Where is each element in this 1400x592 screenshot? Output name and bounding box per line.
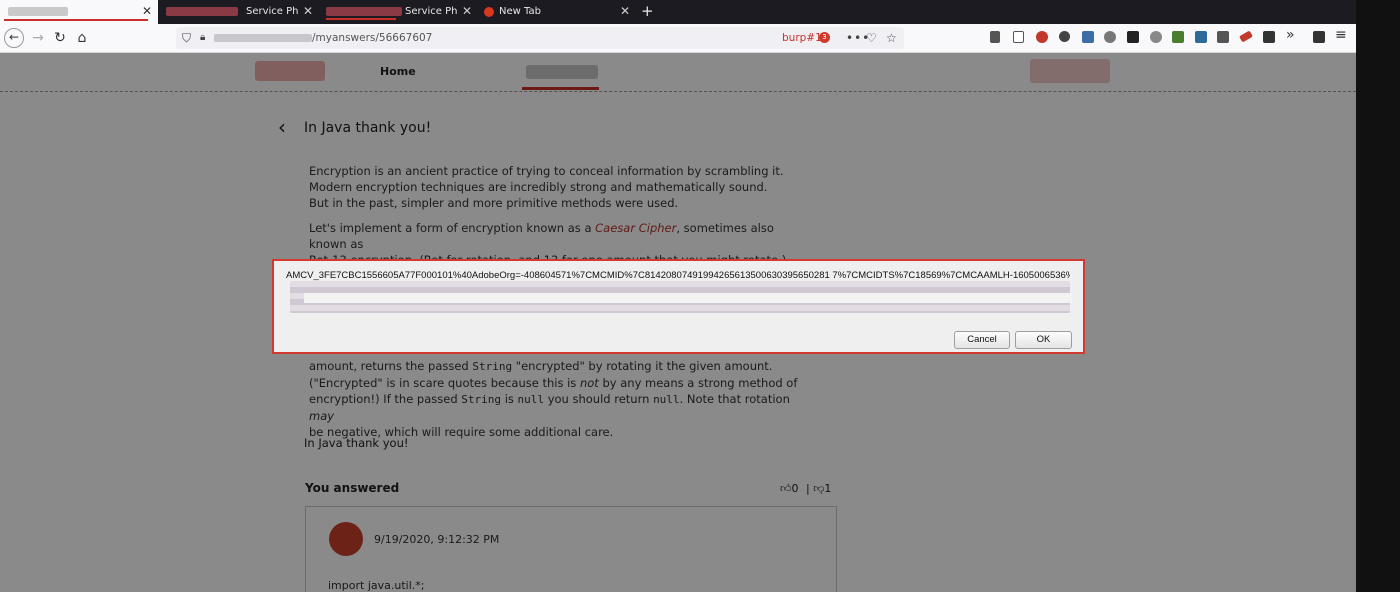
cancel-button[interactable]: Cancel — [954, 331, 1010, 349]
tab-favicon-redacted — [166, 7, 238, 16]
extension-icon[interactable] — [1195, 31, 1207, 43]
extension-icon[interactable] — [1172, 31, 1184, 43]
lock-icon[interactable]: 🔒︎ — [200, 32, 205, 43]
extension-icon[interactable] — [1150, 31, 1162, 43]
extension-icon[interactable] — [1239, 30, 1253, 43]
reload-icon[interactable]: ↻ — [50, 28, 70, 48]
url-domain-redacted — [214, 34, 312, 42]
extension-icon[interactable] — [1082, 31, 1094, 43]
library-icon[interactable] — [990, 31, 1000, 43]
extension-icon[interactable] — [1036, 31, 1048, 43]
tab-active[interactable]: ✕ — [0, 0, 158, 24]
extension-icon[interactable] — [1104, 31, 1116, 43]
url-path: /myanswers/56667607 — [312, 32, 433, 44]
tab-title: Service Phone — [405, 6, 457, 17]
forward-arrow-icon[interactable]: → — [28, 28, 48, 48]
tab-service-phone-1[interactable]: Service Phone ✕ — [160, 0, 318, 24]
extension-icon[interactable] — [1263, 31, 1275, 43]
desktop-background — [1356, 0, 1400, 592]
url-bar[interactable]: ⛉ 🔒︎ /myanswers/56667607 burp#1 3 ••• ♡ … — [176, 27, 904, 49]
navigation-toolbar: ← → ↻ ⌂ ⛉ 🔒︎ /myanswers/56667607 burp#1 … — [0, 24, 1356, 53]
menu-hamburger-icon[interactable]: ≡ — [1335, 27, 1347, 43]
tab-loading-indicator — [326, 18, 396, 20]
page-content: Home ‹ In Java thank you! Encryption is … — [0, 53, 1356, 592]
ok-button[interactable]: OK — [1015, 331, 1072, 349]
extension-icon[interactable] — [1217, 31, 1229, 43]
sidebar-icon[interactable] — [1013, 31, 1024, 43]
dialog-input-inner — [304, 293, 1072, 303]
prompt-dialog: AMCV_3FE7CBC1556605A77F000101%40AdobeOrg… — [272, 259, 1085, 354]
extension-icon[interactable] — [1127, 31, 1139, 43]
bookmark-star-icon[interactable]: ☆ — [886, 31, 897, 45]
overflow-chevron-icon[interactable]: » — [1286, 27, 1295, 43]
new-tab-plus-icon[interactable]: + — [641, 2, 654, 20]
account-icon[interactable] — [1059, 31, 1070, 42]
tab-close-icon[interactable]: ✕ — [142, 4, 152, 18]
dialog-input-field[interactable] — [290, 281, 1072, 313]
burp-badge: 3 — [819, 32, 830, 43]
pocket-icon[interactable]: ♡ — [866, 31, 877, 45]
tab-new-tab[interactable]: New Tab ✕ — [480, 0, 636, 24]
tab-title: New Tab — [499, 6, 541, 17]
tab-favicon-redacted — [326, 7, 402, 16]
tab-close-icon[interactable]: ✕ — [303, 4, 313, 18]
extension-icon[interactable] — [1313, 31, 1325, 43]
home-icon[interactable]: ⌂ — [72, 28, 92, 48]
tab-close-icon[interactable]: ✕ — [620, 4, 630, 18]
tab-close-icon[interactable]: ✕ — [462, 4, 472, 18]
firefox-icon — [484, 7, 494, 17]
browser-window: ✕ Service Phone ✕ Service Phone ✕ New Ta… — [0, 0, 1356, 592]
burp-container-label[interactable]: burp#1 — [782, 32, 822, 44]
tab-active-indicator — [4, 19, 148, 21]
back-arrow-icon[interactable]: ← — [4, 28, 24, 48]
tab-title: Service Phone — [246, 6, 298, 17]
tab-title-redacted — [8, 7, 68, 16]
dialog-message: AMCV_3FE7CBC1556605A77F000101%40AdobeOrg… — [286, 270, 1070, 281]
shield-icon[interactable]: ⛉ — [182, 31, 191, 46]
tab-service-phone-2[interactable]: Service Phone ✕ — [320, 0, 478, 24]
tab-strip: ✕ Service Phone ✕ Service Phone ✕ New Ta… — [0, 0, 1356, 24]
